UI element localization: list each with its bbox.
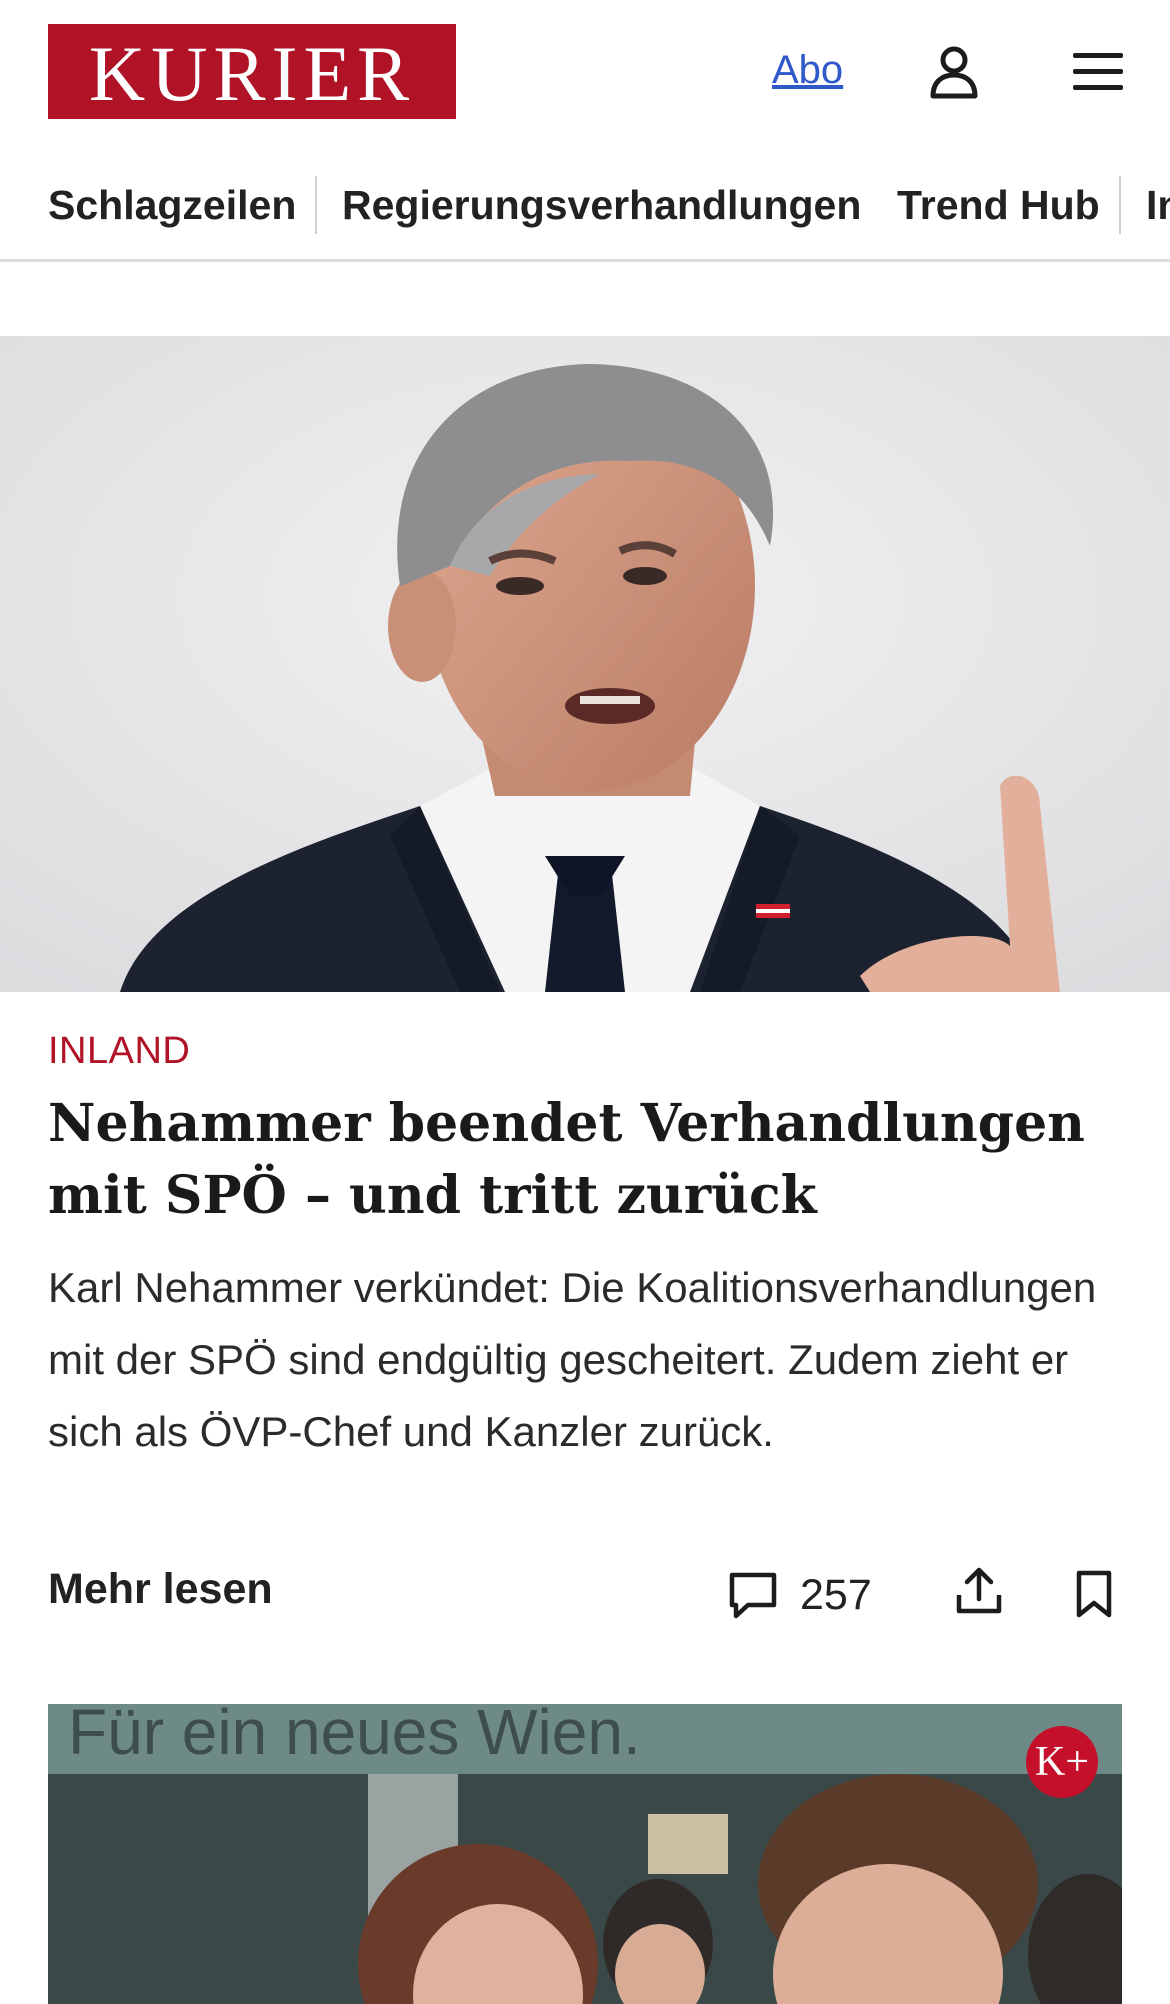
nav-divider bbox=[315, 176, 317, 234]
section-nav: Schlagzeilen Regierungsverhandlungen Tre… bbox=[0, 164, 1170, 262]
menu-icon bbox=[1073, 53, 1123, 90]
nav-item-trend-hub[interactable]: Trend Hub bbox=[897, 182, 1100, 229]
read-more-link[interactable]: Mehr lesen bbox=[48, 1565, 273, 1614]
nav-item-partial[interactable]: In bbox=[1146, 182, 1170, 229]
article-teaser[interactable]: Karl Nehammer verkündet: Die Koalitionsv… bbox=[48, 1252, 1138, 1468]
site-header: KURIER Abo bbox=[0, 0, 1170, 146]
comments-button[interactable]: 257 bbox=[726, 1566, 872, 1624]
hero-image[interactable] bbox=[0, 336, 1170, 992]
comment-count: 257 bbox=[800, 1570, 872, 1619]
second-article-image-text: Für ein neues Wien. bbox=[68, 1704, 641, 1768]
user-icon bbox=[930, 46, 978, 99]
bookmark-icon bbox=[1076, 1570, 1112, 1618]
nav-item-schlagzeilen[interactable]: Schlagzeilen bbox=[48, 182, 296, 229]
article-headline[interactable]: Nehammer beendet Verhandlungen mit SPÖ –… bbox=[48, 1088, 1128, 1232]
article-kicker[interactable]: INLAND bbox=[48, 1030, 190, 1073]
comment-icon bbox=[729, 1572, 777, 1619]
second-article-image[interactable]: Für ein neues Wien. bbox=[48, 1704, 1122, 2004]
account-button[interactable] bbox=[924, 40, 984, 104]
nav-item-regierungsverhandlungen[interactable]: Regierungsverhandlungen bbox=[342, 182, 861, 229]
premium-badge: K+ bbox=[1026, 1726, 1098, 1798]
share-icon bbox=[956, 1567, 1002, 1614]
nav-divider bbox=[1119, 176, 1121, 234]
abo-link[interactable]: Abo bbox=[772, 48, 843, 93]
share-button[interactable] bbox=[952, 1562, 1006, 1620]
bookmark-button[interactable] bbox=[1070, 1566, 1118, 1622]
menu-button[interactable] bbox=[1068, 44, 1128, 100]
kurier-logo[interactable]: KURIER bbox=[48, 24, 456, 119]
